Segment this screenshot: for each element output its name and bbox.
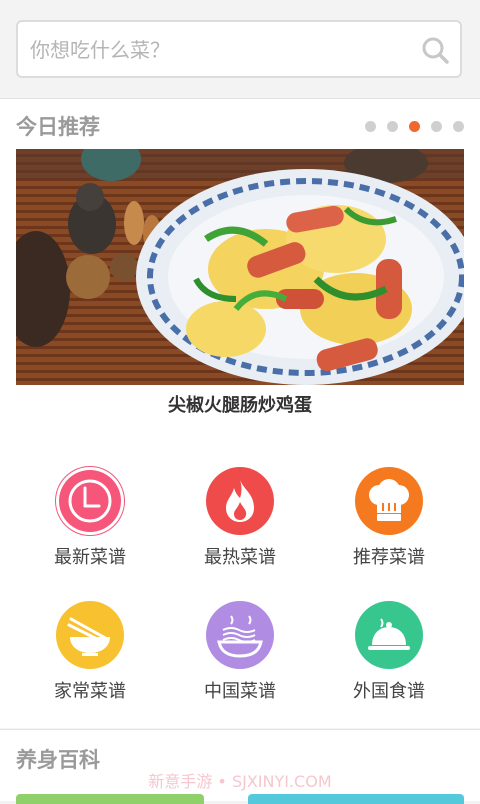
category-latest[interactable]: 最新菜谱 <box>15 467 165 577</box>
watermark: 新意手游 • SJXINYI.COM <box>148 772 332 791</box>
health-card-right[interactable] <box>248 794 464 804</box>
banner-caption[interactable]: 尖椒火腿肠炒鸡蛋 <box>0 391 480 417</box>
carousel-dot[interactable] <box>365 121 376 132</box>
category-recommended[interactable]: 推荐菜谱 <box>314 467 464 577</box>
search-icon[interactable] <box>420 35 450 65</box>
recommend-title: 今日推荐 <box>16 115 100 139</box>
carousel-dot[interactable] <box>453 121 464 132</box>
category-label: 最新菜谱 <box>54 547 126 568</box>
dish-photo <box>16 149 464 385</box>
flame-icon <box>226 480 254 522</box>
clock-icon <box>68 479 112 523</box>
chef-hat-icon <box>369 479 409 521</box>
category-label: 中国菜谱 <box>204 681 276 702</box>
category-recommended-circle <box>355 467 423 535</box>
health-card-left[interactable] <box>16 794 204 804</box>
health-section: 养身百科 新意手游 • SJXINYI.COM <box>0 729 480 804</box>
carousel-indicator <box>365 121 464 132</box>
category-hottest-circle <box>206 467 274 535</box>
carousel-dot-active[interactable] <box>409 121 420 132</box>
category-label: 家常菜谱 <box>54 681 126 702</box>
bowl-chopsticks-icon <box>67 617 110 656</box>
search-box[interactable] <box>16 20 462 78</box>
noodles-icon <box>217 615 263 658</box>
category-foreign-circle <box>355 601 423 669</box>
recommend-banner-image[interactable] <box>16 149 464 385</box>
category-homestyle[interactable]: 家常菜谱 <box>15 601 165 711</box>
category-chinese[interactable]: 中国菜谱 <box>165 601 315 711</box>
carousel-dot[interactable] <box>387 121 398 132</box>
category-label: 外国食谱 <box>353 681 425 702</box>
cloche-icon <box>368 618 410 650</box>
category-foreign[interactable]: 外国食谱 <box>314 601 464 711</box>
category-chinese-circle <box>206 601 274 669</box>
recommend-section: 今日推荐 尖椒火腿肠炒鸡蛋 最新菜谱 最热菜谱 推荐菜谱 家常菜谱 中国菜谱 外… <box>0 99 480 728</box>
carousel-dot[interactable] <box>431 121 442 132</box>
category-label: 推荐菜谱 <box>353 547 425 568</box>
category-hottest[interactable]: 最热菜谱 <box>165 467 315 577</box>
category-latest-circle <box>56 467 124 535</box>
search-header <box>0 0 480 99</box>
category-homestyle-circle <box>56 601 124 669</box>
category-label: 最热菜谱 <box>204 547 276 568</box>
search-input[interactable] <box>28 30 412 70</box>
